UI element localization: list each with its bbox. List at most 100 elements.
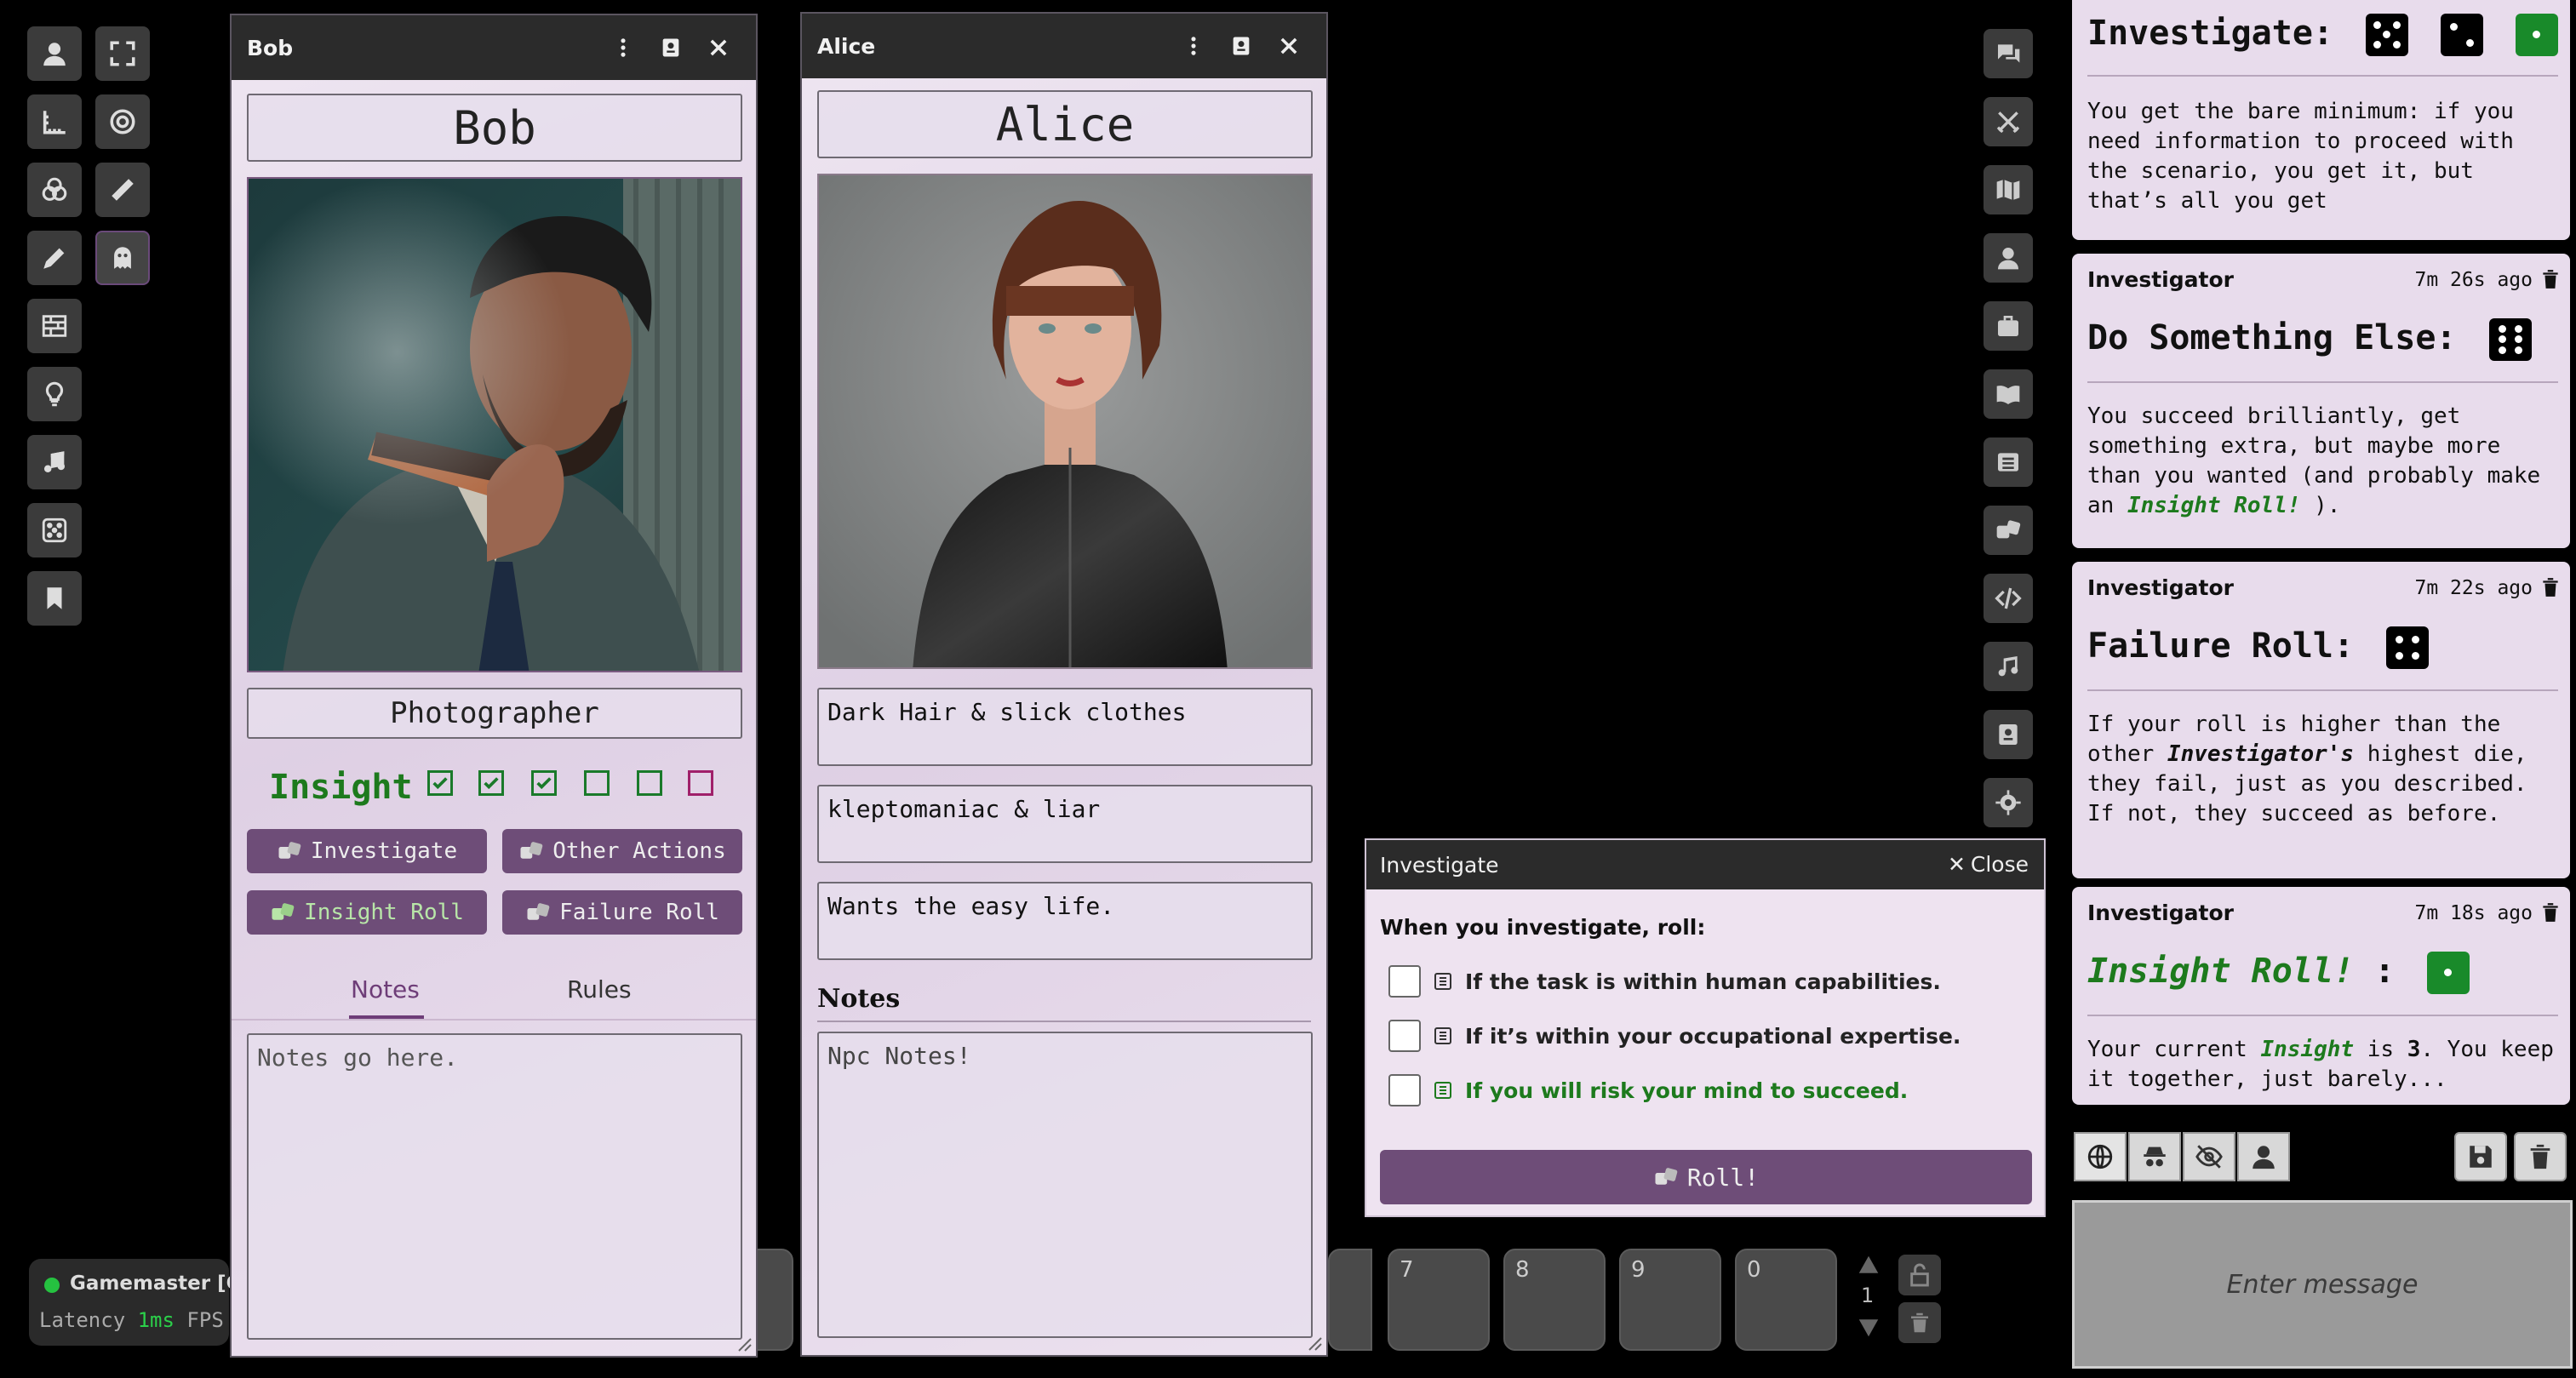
insight-checkbox-5[interactable]	[637, 770, 662, 796]
public-roll-button[interactable]	[2074, 1132, 2127, 1181]
measure-icon[interactable]	[95, 163, 150, 217]
briefcase-icon[interactable]	[1984, 301, 2033, 351]
eye-slash-icon	[2195, 1145, 2223, 1169]
hotbar-slot-9[interactable]: 9	[1619, 1249, 1721, 1351]
close-icon[interactable]	[703, 32, 734, 63]
alice-portrait[interactable]	[817, 174, 1313, 669]
self-roll-button[interactable]	[2237, 1132, 2290, 1181]
target-icon[interactable]	[95, 94, 150, 149]
lightbulb-icon[interactable]	[27, 367, 82, 421]
insight-checkbox-6[interactable]	[688, 770, 713, 796]
bob-portrait[interactable]	[247, 177, 742, 672]
spy-icon	[2144, 1146, 2166, 1167]
dice-cluster-icon[interactable]	[27, 163, 82, 217]
resize-handle[interactable]	[1304, 1333, 1323, 1352]
chat-message: Investigator 7m 18s ago Insight Roll! : …	[2072, 887, 2570, 1105]
occupation-field[interactable]: Photographer	[247, 688, 742, 739]
insight-checkbox-3[interactable]	[531, 770, 557, 796]
more-menu-icon[interactable]	[1178, 31, 1209, 61]
dice-icon	[527, 903, 550, 920]
message-title: Investigate:	[2087, 14, 2559, 56]
fullscreen-icon[interactable]	[95, 26, 150, 81]
delete-message-icon[interactable]	[2539, 267, 2562, 291]
character-name[interactable]: Alice	[817, 90, 1313, 158]
other-actions-button[interactable]: Other Actions	[502, 829, 742, 873]
die-four	[2386, 626, 2430, 669]
insight-roll-button[interactable]: Insight Roll	[247, 890, 487, 935]
journal-icon[interactable]	[1984, 710, 2033, 759]
tab-rules[interactable]: Rules	[567, 975, 632, 1003]
hotbar-slot-7[interactable]: 7	[1388, 1249, 1490, 1351]
chat-icon[interactable]	[1984, 29, 2033, 78]
dice-icon[interactable]	[1984, 506, 2033, 555]
investigate-button[interactable]: Investigate	[247, 829, 487, 873]
journal-icon[interactable]	[1226, 31, 1257, 61]
motivation-field[interactable]: Wants the easy life.	[817, 882, 1313, 960]
dice-icon	[1655, 1168, 1678, 1185]
insight-checkbox-4[interactable]	[584, 770, 610, 796]
alice-sheet-window: Alice Alice Dark Hair & slick clothes kl…	[800, 12, 1328, 1357]
music-icon[interactable]	[27, 435, 82, 489]
trait-field[interactable]: kleptomaniac & liar	[817, 785, 1313, 863]
insight-checkbox-2[interactable]	[478, 770, 504, 796]
message-body: You get the bare minimum: if you need in…	[2087, 99, 2514, 214]
swords-icon[interactable]	[1984, 97, 2033, 146]
export-chat-button[interactable]	[2454, 1132, 2507, 1181]
insight-checkbox-1[interactable]	[427, 770, 453, 796]
npc-notes-textarea[interactable]: Npc Notes!	[817, 1032, 1313, 1338]
save-icon	[2470, 1146, 2492, 1168]
gear-icon[interactable]	[1984, 778, 2033, 827]
page-up-icon[interactable]	[1856, 1253, 1881, 1278]
die-one	[2516, 14, 2559, 56]
option-checkbox[interactable]	[1388, 1020, 1421, 1052]
dialog-titlebar[interactable]: Investigate	[1366, 840, 2044, 889]
tab-notes[interactable]: Notes	[351, 975, 420, 1003]
close-icon: ✕	[1947, 852, 1966, 877]
lock-icon[interactable]	[1898, 1255, 1941, 1295]
wall-icon[interactable]	[27, 299, 82, 353]
journal-icon[interactable]	[655, 32, 686, 63]
ruler-icon[interactable]	[27, 94, 82, 149]
book-icon[interactable]	[1984, 369, 2033, 419]
chat-message-input[interactable]: Enter message	[2072, 1200, 2573, 1369]
appearance-field[interactable]: Dark Hair & slick clothes	[817, 688, 1313, 766]
person-icon[interactable]	[1984, 233, 2033, 283]
grid-dice-icon[interactable]	[27, 503, 82, 557]
failure-roll-button[interactable]: Failure Roll	[502, 890, 742, 935]
trash-icon[interactable]	[1898, 1302, 1941, 1343]
window-title: Alice	[817, 33, 876, 59]
delete-message-icon[interactable]	[2539, 575, 2562, 599]
message-author: Investigator	[2087, 575, 2234, 600]
gm-roll-button[interactable]	[2128, 1132, 2181, 1181]
code-icon[interactable]	[1984, 574, 2033, 623]
insight-label: Insight	[269, 768, 413, 807]
notes-textarea[interactable]: Notes go here.	[247, 1033, 742, 1340]
user-icon[interactable]	[27, 26, 82, 81]
window-title: Bob	[247, 35, 294, 60]
more-menu-icon[interactable]	[608, 32, 638, 63]
pencil-icon[interactable]	[27, 231, 82, 285]
bookmark-icon[interactable]	[27, 571, 82, 626]
clear-chat-button[interactable]	[2514, 1132, 2567, 1181]
resize-handle[interactable]	[734, 1334, 753, 1352]
dialog-close-button[interactable]: ✕ Close	[1948, 852, 2029, 877]
roll-button[interactable]: Roll!	[1380, 1150, 2032, 1204]
option-checkbox[interactable]	[1388, 1074, 1421, 1106]
page-down-icon[interactable]	[1856, 1314, 1881, 1340]
dice-table-icon	[1434, 1082, 1451, 1099]
character-name[interactable]: Bob	[247, 94, 742, 162]
hotbar-slot[interactable]	[1328, 1249, 1372, 1351]
option-row: If it’s within your occupational experti…	[1388, 1019, 1961, 1053]
trash-icon	[2530, 1144, 2550, 1169]
music-icon[interactable]	[1984, 642, 2033, 691]
hotbar-slot-0[interactable]: 0	[1735, 1249, 1837, 1351]
delete-message-icon[interactable]	[2539, 901, 2562, 924]
close-icon[interactable]	[1274, 31, 1304, 61]
ghost-icon[interactable]	[95, 231, 150, 285]
message-body: You succeed brilliantly, get something e…	[2087, 403, 2541, 518]
option-checkbox[interactable]	[1388, 965, 1421, 998]
blind-roll-button[interactable]	[2183, 1132, 2235, 1181]
list-icon[interactable]	[1984, 437, 2033, 487]
map-icon[interactable]	[1984, 165, 2033, 214]
hotbar-slot-8[interactable]: 8	[1503, 1249, 1606, 1351]
